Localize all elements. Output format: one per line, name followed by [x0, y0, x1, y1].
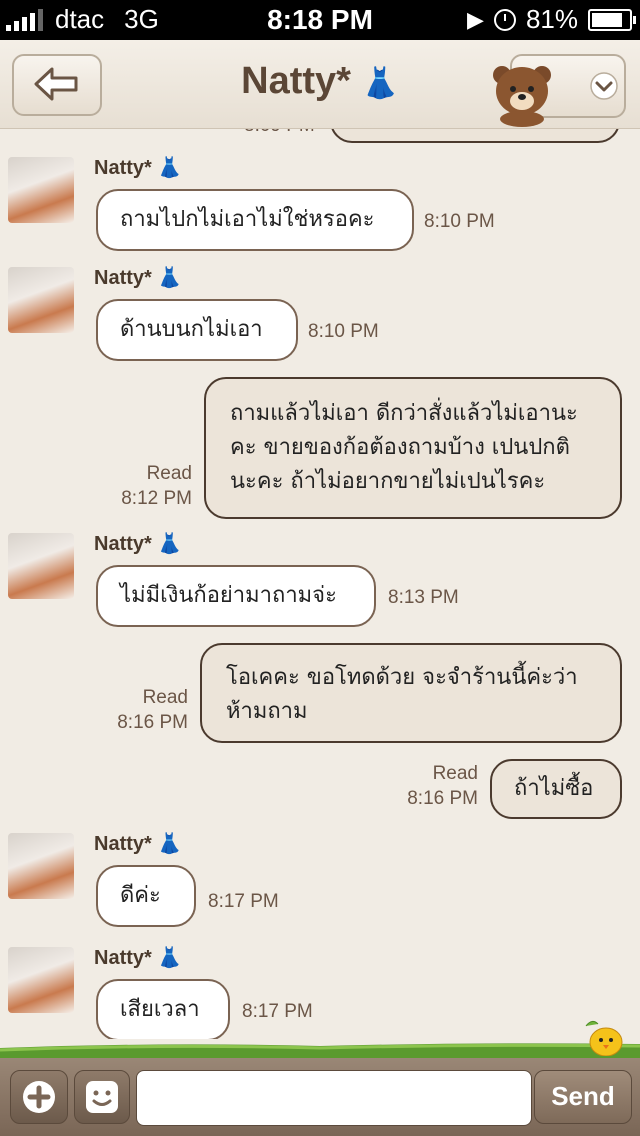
grass-decoration	[0, 1043, 640, 1058]
read-receipt: Read	[142, 687, 188, 708]
message-text-line: คะ ขายของก้อต้องถามบ้าง เปนปกติ	[230, 435, 570, 460]
sender-name: Natty* 👗	[94, 267, 183, 289]
sender-name: Natty* 👗	[94, 833, 183, 855]
message-text: เสียเวลา	[120, 997, 200, 1022]
message-bubble[interactable]: เสียเวลา	[96, 979, 230, 1039]
contact-avatar[interactable]	[8, 267, 74, 333]
chick-icon	[585, 1020, 623, 1056]
contact-avatar[interactable]	[8, 833, 74, 899]
message-bubble[interactable]: ถ้าไม่ซื้อ	[490, 759, 622, 819]
clock-icon	[493, 8, 516, 31]
chat-header: Natty* 👗	[0, 40, 640, 129]
message-bubble[interactable]: ถามแล้วไม่เอา ดีกว่าสั่งแล้วไม่เอานะ คะ …	[204, 377, 622, 519]
smiley-icon	[86, 1081, 118, 1113]
message-input[interactable]	[136, 1070, 532, 1126]
message-text: ด้านบนกไม่เอา	[120, 317, 263, 342]
chevron-down-icon	[590, 72, 618, 100]
sender-name: Natty* 👗	[94, 157, 183, 179]
message-bubble[interactable]: ไม่มีเงินก้อย่ามาถามจ่ะ	[96, 565, 376, 627]
message-time: 8:10 PM	[424, 211, 495, 232]
play-icon: ▶	[467, 6, 484, 32]
message-text-line: โอเคคะ ขอโทดด้วย จะจำร้านนี้ค่ะว่า	[226, 665, 578, 690]
partial-message-bubble[interactable]	[330, 129, 620, 143]
message-text-line: นะคะ ถ้าไม่อยากขายไม่เปนไรคะ	[230, 469, 546, 494]
message-time: 8:17 PM	[242, 1001, 313, 1022]
partial-message-time: 8:09 PM	[244, 129, 315, 138]
brown-bear-icon	[493, 66, 551, 127]
chat-area[interactable]: 8:09 PM Natty* 👗 ถามไปกไม่เอาไม่ใช่หรอคะ…	[0, 129, 640, 1039]
message-time: 8:16 PM	[117, 712, 188, 733]
message-text-line: ถามแล้วไม่เอา ดีกว่าสั่งแล้วไม่เอานะ	[230, 401, 578, 426]
contact-name: Natty*	[241, 60, 351, 102]
sender-name: Natty* 👗	[94, 947, 183, 969]
plus-icon	[23, 1081, 55, 1113]
menu-button[interactable]	[493, 54, 626, 127]
message-time: 8:16 PM	[407, 788, 478, 809]
message-text: ถ้าไม่ซื้อ	[514, 776, 594, 801]
message-time: 8:10 PM	[308, 321, 379, 342]
contact-avatar[interactable]	[8, 947, 74, 1013]
sender-name: Natty* 👗	[94, 533, 183, 555]
read-receipt: Read	[432, 763, 478, 784]
message-bubble[interactable]: ด้านบนกไม่เอา	[96, 299, 298, 361]
contact-avatar[interactable]	[8, 533, 74, 599]
sticker-button[interactable]	[74, 1070, 130, 1124]
message-text: ถามไปกไม่เอาไม่ใช่หรอคะ	[120, 207, 375, 232]
send-button[interactable]: Send	[534, 1070, 632, 1124]
input-bar: Send	[0, 1058, 640, 1136]
message-text: ไม่มีเงินก้อย่ามาถามจ่ะ	[120, 583, 337, 608]
message-bubble[interactable]: ถามไปกไม่เอาไม่ใช่หรอคะ	[96, 189, 414, 251]
message-time: 8:17 PM	[208, 891, 279, 912]
dress-emoji: 👗	[361, 67, 399, 100]
status-bar: dtac 3G 8:18 PM ▶ 81%	[0, 0, 640, 40]
contact-avatar[interactable]	[8, 157, 74, 223]
message-bubble[interactable]: โอเคคะ ขอโทดด้วย จะจำร้านนี้ค่ะว่า ห้ามถ…	[200, 643, 622, 743]
battery-icon	[588, 8, 636, 31]
read-receipt: Read	[146, 463, 192, 484]
message-text-line: ห้ามถาม	[226, 699, 308, 724]
add-button[interactable]	[10, 1070, 68, 1124]
message-time: 8:13 PM	[388, 587, 459, 608]
battery-percent: 81%	[525, 4, 578, 34]
message-text: ดีค่ะ	[120, 883, 161, 908]
message-bubble[interactable]: ดีค่ะ	[96, 865, 196, 927]
message-time: 8:12 PM	[121, 488, 192, 509]
